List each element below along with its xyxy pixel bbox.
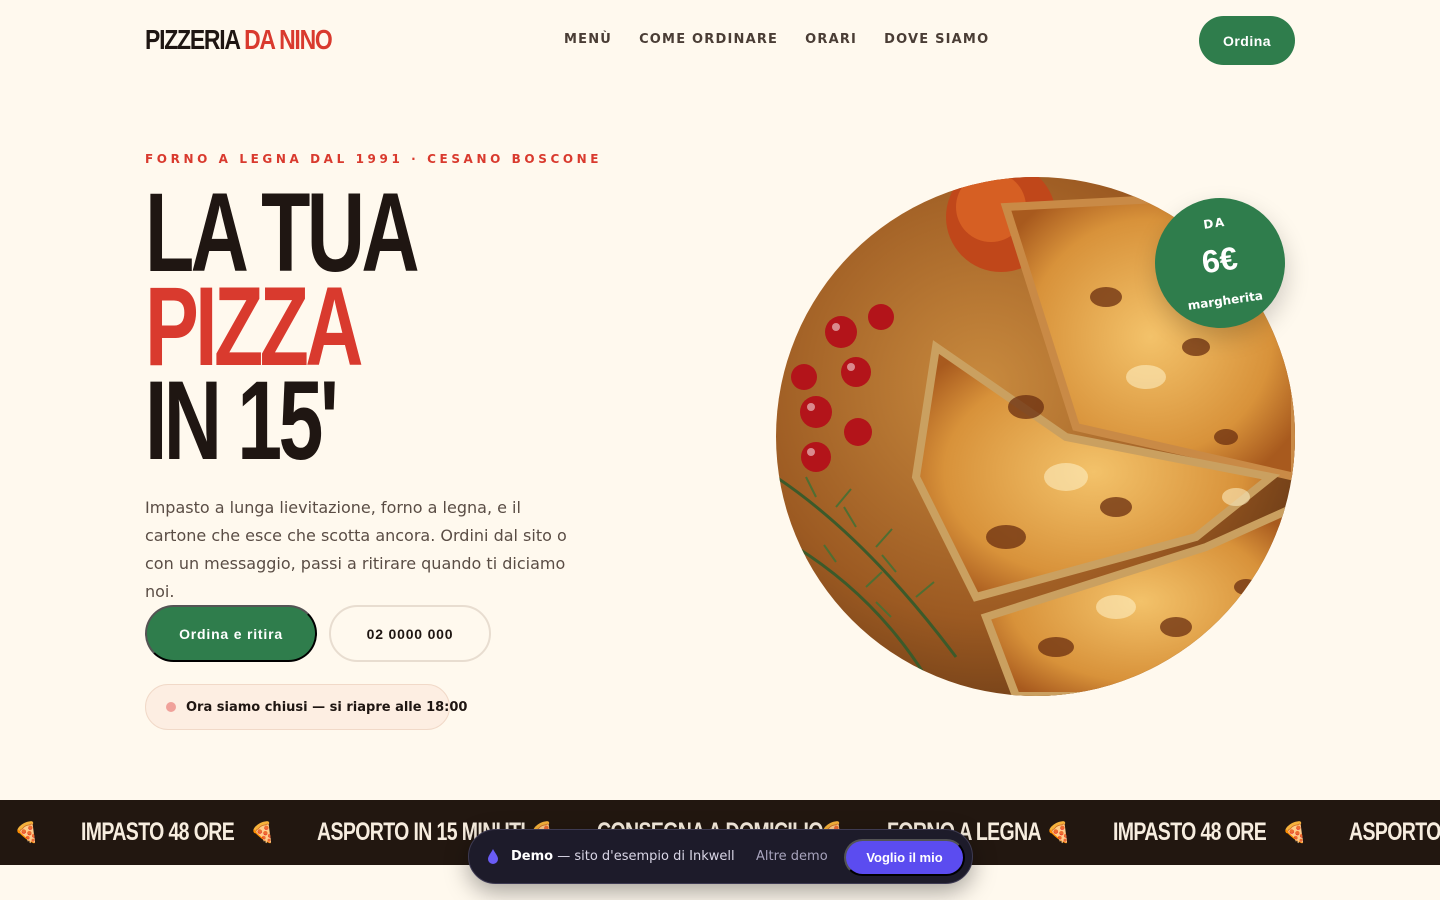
ink-drop-icon (488, 849, 498, 864)
status-text: Ora siamo chiusi — si riapre alle 18:00 (186, 699, 468, 715)
order-button[interactable]: Ordina (1199, 16, 1295, 65)
phone-button[interactable]: 02 0000 000 (329, 605, 491, 662)
demo-label: Demo — sito d'esempio di Inkwell (511, 849, 735, 864)
status-dot-icon (166, 702, 176, 712)
headline-line-3: IN 15' (145, 358, 339, 483)
marquee-text: IMPASTO 48 ORE (1112, 818, 1267, 846)
demo-label-bold: Demo (511, 849, 554, 864)
nav-link-come-ordinare[interactable]: COME ORDINARE (639, 32, 778, 48)
price-badge-from: DA (1202, 214, 1227, 232)
marquee-text: ASPORTO IN 15 MINUTI (1348, 818, 1440, 846)
nav-link-menu[interactable]: MENÙ (564, 32, 612, 48)
marquee-item: 🍕 ASPORTO IN 15 MINUTI (1282, 800, 1440, 865)
more-demos-link[interactable]: Altre demo (756, 849, 828, 864)
pizza-slice-icon: 🍕 (14, 820, 39, 844)
marquee-text: IMPASTO 48 ORE (80, 818, 235, 846)
pizza-slice-icon: 🍕 (1282, 820, 1307, 844)
logo[interactable]: PIZZERIA DA NINO (145, 24, 333, 56)
demo-bar: Demo — sito d'esempio di Inkwell Altre d… (468, 829, 973, 884)
main-nav: MENÙ COME ORDINARE ORARI DOVE SIAMO (564, 32, 989, 48)
nav-link-dove-siamo[interactable]: DOVE SIAMO (884, 32, 989, 48)
hero-headline: LA TUA PIZZA IN 15' (145, 177, 420, 483)
nav-link-orari[interactable]: ORARI (805, 32, 857, 48)
price-badge: DA 6€ margherita (1146, 189, 1294, 337)
site-header: PIZZERIA DA NINO MENÙ COME ORDINARE ORAR… (0, 0, 1440, 80)
logo-text-accent: DA NINO (244, 24, 333, 55)
marquee-item: 🍕 IMPASTO 48 ORE (1046, 800, 1282, 865)
want-mine-button[interactable]: Voglio il mio (844, 839, 965, 876)
logo-text-primary: PIZZERIA (145, 24, 240, 55)
marquee-item: 🍕 IMPASTO 48 ORE (14, 800, 250, 865)
pizza-slice-icon: 🍕 (250, 820, 275, 844)
price-badge-item: margherita (1186, 288, 1264, 313)
hero-eyebrow: FORNO A LEGNA DAL 1991 · CESANO BOSCONE (145, 152, 603, 166)
demo-label-text: — sito d'esempio di Inkwell (553, 849, 735, 864)
status-badge: Ora siamo chiusi — si riapre alle 18:00 (145, 684, 467, 730)
order-pickup-button[interactable]: Ordina e ritira (145, 605, 317, 662)
hero-lead: Impasto a lunga lievitazione, forno a le… (145, 498, 567, 601)
pizza-slice-icon: 🍕 (1046, 820, 1071, 844)
price-badge-price: 6€ (1199, 239, 1240, 281)
